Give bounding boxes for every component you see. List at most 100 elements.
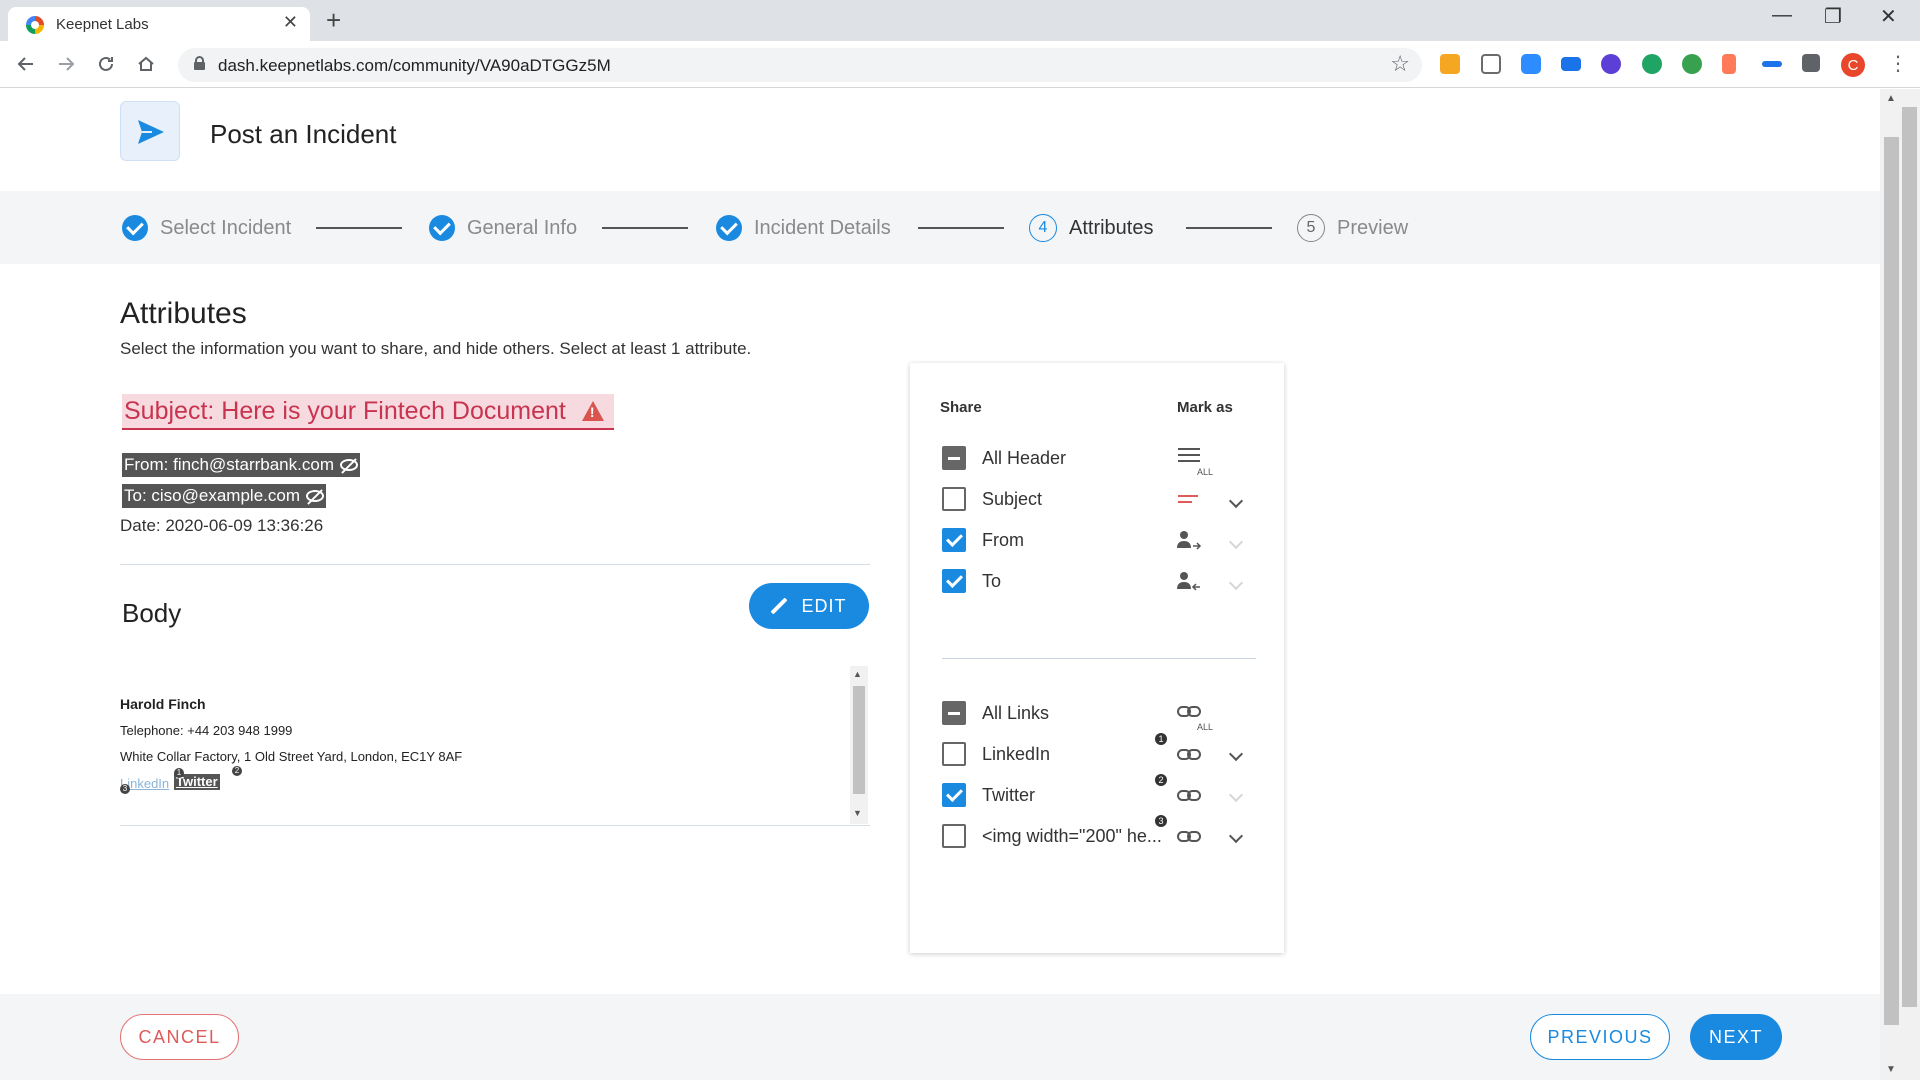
step-incident-details[interactable]: Incident Details	[716, 215, 891, 241]
signature-address: White Collar Factory, 1 Old Street Yard,…	[120, 749, 463, 764]
row-subject[interactable]: Subject	[942, 487, 1042, 511]
send-icon	[138, 120, 164, 144]
link-number-badge: 1	[1155, 733, 1167, 745]
to-text: To: ciso@example.com	[124, 486, 300, 505]
link-icon[interactable]	[1176, 746, 1204, 764]
step-connector	[918, 227, 1004, 229]
address-bar[interactable]: dash.keepnetlabs.com/community/VA90aDTGG…	[178, 48, 1422, 82]
all-links-checkbox[interactable]	[942, 701, 966, 725]
subject-checkbox[interactable]	[942, 487, 966, 511]
row-label: From	[982, 529, 1024, 550]
previous-button[interactable]: PREVIOUS	[1530, 1014, 1670, 1060]
step-label: Attributes	[1069, 216, 1154, 239]
profile-avatar[interactable]: C	[1841, 53, 1865, 77]
edit-button[interactable]: EDIT	[749, 583, 869, 629]
all-header-checkbox[interactable]	[942, 446, 966, 470]
chevron-down-icon[interactable]	[1228, 493, 1244, 509]
attributes-description: Select the information you want to share…	[120, 339, 752, 358]
page-scrollbar[interactable]: ▲ ▼	[1880, 89, 1920, 1080]
extension-icon-6[interactable]	[1642, 54, 1662, 74]
from-checkbox[interactable]	[942, 528, 966, 552]
cancel-button[interactable]: CANCEL	[120, 1014, 239, 1060]
step-select-incident[interactable]: Select Incident	[122, 215, 291, 241]
to-masked: To: ciso@example.com	[122, 484, 326, 508]
subject-text: Subject: Here is your Fintech Document	[124, 396, 566, 425]
malicious-mark-icon[interactable]	[1176, 493, 1200, 507]
extension-icon-1[interactable]	[1440, 54, 1460, 74]
page-scroll-down-icon[interactable]: ▼	[1886, 1064, 1896, 1075]
extension-icon-4[interactable]	[1561, 57, 1581, 71]
url-text[interactable]: dash.keepnetlabs.com/community/VA90aDTGG…	[218, 56, 611, 76]
section-divider	[120, 564, 870, 565]
step-connector	[1186, 227, 1272, 229]
minimize-button[interactable]: —	[1772, 4, 1792, 27]
row-label: To	[982, 570, 1002, 591]
extension-icon-2[interactable]	[1481, 54, 1501, 74]
row-label: Subject	[982, 488, 1043, 509]
row-all-header[interactable]: All Header	[942, 446, 1066, 470]
next-button[interactable]: NEXT	[1690, 1014, 1782, 1060]
link-all-icon[interactable]	[1176, 703, 1204, 721]
row-twitter[interactable]: Twitter	[942, 783, 1035, 807]
step-number: 5	[1297, 214, 1325, 242]
row-all-links[interactable]: All Links	[942, 701, 1049, 725]
chevron-down-icon[interactable]	[1228, 746, 1244, 762]
twitter-checkbox[interactable]	[942, 783, 966, 807]
page-scrollbar-thumb[interactable]	[1884, 137, 1899, 1025]
new-tab-button[interactable]: +	[326, 5, 341, 36]
image-link-checkbox[interactable]	[942, 824, 966, 848]
step-attributes[interactable]: 4 Attributes	[1029, 214, 1154, 242]
chevron-down-icon[interactable]	[1228, 828, 1244, 844]
browser-menu-icon[interactable]: ⋮	[1888, 51, 1908, 76]
step-connector	[602, 227, 688, 229]
row-to[interactable]: To	[942, 569, 1001, 593]
reload-icon[interactable]	[96, 54, 116, 74]
home-icon[interactable]	[136, 54, 156, 74]
extension-icon-3[interactable]	[1521, 54, 1541, 74]
scroll-down-arrow-icon[interactable]: ▼	[853, 808, 862, 818]
row-linkedin[interactable]: LinkedIn	[942, 742, 1050, 766]
scroll-up-arrow-icon[interactable]: ▲	[853, 669, 862, 679]
sender-person-icon[interactable]	[1176, 530, 1202, 552]
to-checkbox[interactable]	[942, 569, 966, 593]
link-badge-2: 2	[232, 766, 242, 776]
bookmark-star-icon[interactable]: ☆	[1390, 51, 1410, 77]
email-body-preview: Harold Finch Telephone: +44 203 948 1999…	[120, 666, 848, 826]
step-preview[interactable]: 5 Preview	[1297, 214, 1409, 242]
chevron-down-icon	[1228, 575, 1244, 591]
eye-off-icon	[339, 459, 358, 471]
page-scrollbar-thumb-outer[interactable]	[1902, 107, 1917, 1007]
recipient-person-icon[interactable]	[1176, 571, 1202, 593]
page-scroll-up-icon[interactable]: ▲	[1886, 93, 1896, 104]
browser-tab[interactable]: Keepnet Labs ✕	[8, 7, 310, 41]
extension-icon-5[interactable]	[1601, 54, 1621, 74]
step-label: Preview	[1337, 216, 1409, 239]
window-close-button[interactable]: ✕	[1880, 4, 1897, 29]
link-icon[interactable]	[1176, 787, 1204, 805]
from-masked: From: finch@starrbank.com	[122, 453, 360, 477]
forward-arrow-icon[interactable]	[56, 54, 76, 74]
send-icon-box	[120, 101, 180, 161]
extension-icon-7[interactable]	[1682, 54, 1702, 74]
step-done-check-icon	[122, 215, 148, 241]
link-icon[interactable]	[1176, 828, 1204, 846]
row-image-link[interactable]: <img width="200" he...	[942, 824, 1162, 848]
chevron-down-icon	[1228, 534, 1244, 550]
step-general-info[interactable]: General Info	[429, 215, 577, 241]
attributes-panel: Share Mark as All Header ALL Subject Fro…	[910, 363, 1284, 953]
maximize-button[interactable]: ❐	[1824, 4, 1842, 29]
tab-close-icon[interactable]: ✕	[283, 12, 298, 33]
page-title: Post an Incident	[210, 119, 397, 149]
linkedin-checkbox[interactable]	[942, 742, 966, 766]
row-label: Twitter	[982, 784, 1036, 805]
extension-icon-9[interactable]	[1762, 61, 1782, 67]
back-arrow-icon[interactable]	[16, 54, 36, 74]
row-from[interactable]: From	[942, 528, 1024, 552]
all-tag: ALL	[1197, 467, 1214, 477]
step-label: General Info	[467, 216, 578, 239]
extensions-puzzle-icon[interactable]	[1802, 54, 1820, 72]
body-scrollbar-thumb[interactable]	[853, 686, 865, 794]
warning-icon	[581, 401, 604, 421]
extension-icon-8[interactable]	[1722, 54, 1736, 74]
link-number-badge: 2	[1155, 774, 1167, 786]
